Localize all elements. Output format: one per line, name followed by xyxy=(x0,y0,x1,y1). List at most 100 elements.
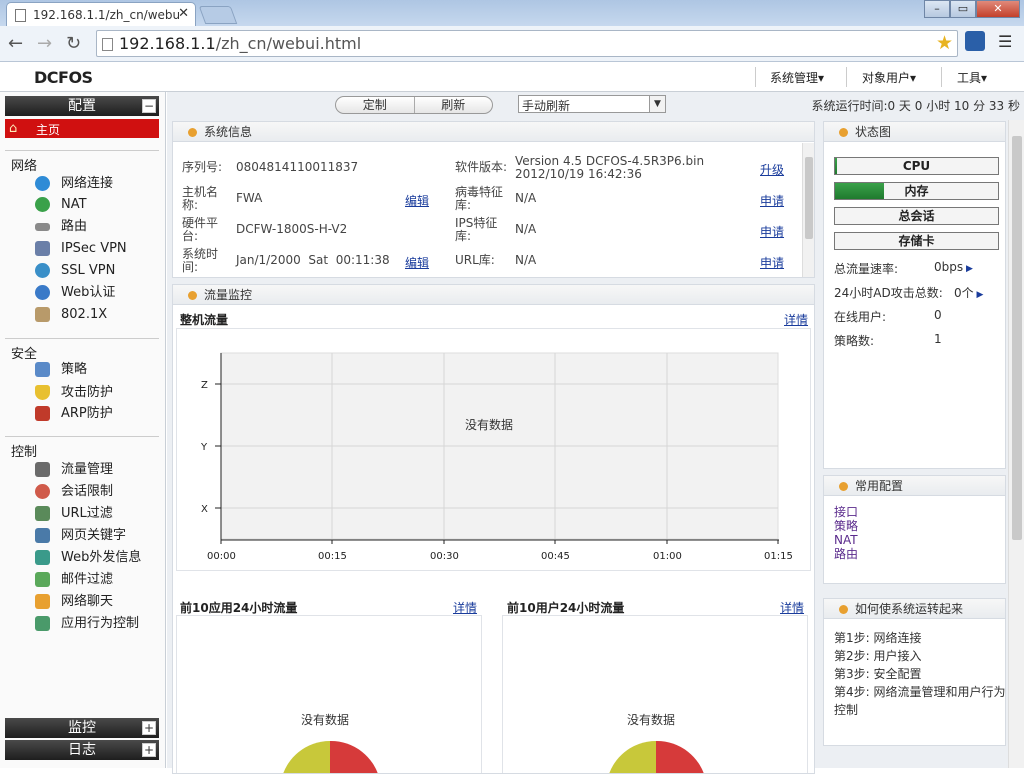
scrollbar-thumb[interactable] xyxy=(1012,136,1022,540)
sidebar-item-session-limit[interactable]: 会话限制 xyxy=(33,482,113,502)
globe-icon xyxy=(35,176,50,191)
sidebar-item-url-filter[interactable]: URL过滤 xyxy=(33,504,113,524)
sidebar-item-ipsec-vpn[interactable]: IPSec VPN xyxy=(33,239,127,259)
time-edit-link[interactable]: 编辑 xyxy=(405,254,429,271)
howto-step: 第2步: 用户接入 xyxy=(834,649,922,663)
bullet-icon xyxy=(188,128,197,137)
common-config-panel: 常用配置 接口 策略 NAT 路由 xyxy=(823,475,1006,584)
browser-chrome: 192.168.1.1/zh_cn/webu ✕ – ▭ ✕ ← → ↻ 192… xyxy=(0,0,1024,62)
shield-icon xyxy=(35,385,50,400)
config-link-interface[interactable]: 接口 xyxy=(834,505,858,519)
menu-icon[interactable]: ☰ xyxy=(998,32,1012,51)
top-apps-detail-link[interactable]: 详情 xyxy=(453,599,477,616)
collapse-icon[interactable]: − xyxy=(142,99,156,113)
log-header[interactable]: 日志 + xyxy=(5,740,159,760)
maximize-button[interactable]: ▭ xyxy=(950,0,976,18)
mail-icon xyxy=(35,572,50,587)
new-tab-button[interactable] xyxy=(198,6,238,24)
sidebar-item-attack-defense[interactable]: 攻击防护 xyxy=(33,383,113,403)
monitor-header[interactable]: 监控 + xyxy=(5,718,159,738)
pie-slice xyxy=(283,741,330,773)
sidebar-item-app-control[interactable]: 应用行为控制 xyxy=(33,614,139,634)
ad-value[interactable]: 0个 ▶ xyxy=(954,284,983,301)
sidebar-item-web-auth[interactable]: Web认证 xyxy=(33,283,115,303)
sidebar-item-ssl-vpn[interactable]: SSL VPN xyxy=(33,261,115,281)
sysinfo-panel: 系统信息 序列号: 0804814110011837 主机名称: FWA 编辑 … xyxy=(172,121,815,278)
browser-tab[interactable]: 192.168.1.1/zh_cn/webu ✕ xyxy=(6,2,196,26)
customize-button[interactable]: 定制 xyxy=(336,97,414,113)
log-header-label: 日志 xyxy=(68,742,96,758)
web-outbound-icon xyxy=(35,550,50,565)
ssl-vpn-icon xyxy=(35,263,50,278)
page-scrollbar[interactable] xyxy=(1008,120,1024,768)
refresh-mode-select[interactable]: 手动刷新 ▼ xyxy=(518,95,666,113)
app-topbar: DCFOS 系统管理▾ 对象用户▾ 工具▾ xyxy=(0,62,1024,92)
extension-icon[interactable] xyxy=(965,31,985,51)
divider xyxy=(941,67,942,87)
refresh-button[interactable]: 刷新 xyxy=(413,97,493,113)
chevron-down-icon[interactable]: ▼ xyxy=(649,96,665,112)
sidebar-item-routing[interactable]: 路由 xyxy=(33,217,87,237)
caret-right-icon[interactable]: ▶ xyxy=(974,290,984,300)
rate-label: 总流量速率: xyxy=(834,262,899,276)
sidebar-item-web-outbound[interactable]: Web外发信息 xyxy=(33,548,141,568)
sessions-bar: 总会话 xyxy=(834,207,999,225)
sidebar-item-web-keyword[interactable]: 网页关键字 xyxy=(33,526,126,546)
config-link-nat[interactable]: NAT xyxy=(834,533,858,547)
sidebar-item-arp-defense[interactable]: ARP防护 xyxy=(33,404,113,424)
bookmark-star-icon[interactable]: ★ xyxy=(936,32,953,54)
sysinfo-scrollbar[interactable] xyxy=(802,143,814,277)
menu-system-admin[interactable]: 系统管理▾ xyxy=(770,69,824,86)
reload-icon[interactable]: ↻ xyxy=(66,33,81,54)
sidebar-item-label: IPSec VPN xyxy=(61,241,127,256)
sidebar-item-im[interactable]: 网络聊天 xyxy=(33,592,113,612)
config-link-routing[interactable]: 路由 xyxy=(834,547,858,561)
address-bar[interactable]: 192.168.1.1/zh_cn/webui.html ★ xyxy=(96,30,958,57)
policy-count-value: 1 xyxy=(934,332,942,346)
forward-icon[interactable]: → xyxy=(37,33,52,54)
bullet-icon xyxy=(188,291,197,300)
upgrade-link[interactable]: 升级 xyxy=(760,161,784,178)
top-users-detail-link[interactable]: 详情 xyxy=(780,599,804,616)
whole-traffic-detail-link[interactable]: 详情 xyxy=(784,311,808,328)
expand-icon[interactable]: + xyxy=(142,743,156,757)
ips-apply-link[interactable]: 申请 xyxy=(760,223,784,240)
sidebar-item-network-connection[interactable]: 网络连接 xyxy=(33,174,113,194)
time-value: Jan/1/2000 Sat 00:11:38 xyxy=(236,253,390,267)
hostname-edit-link[interactable]: 编辑 xyxy=(405,192,429,209)
minimize-button[interactable]: – xyxy=(924,0,950,18)
panel-title: 如何使系统运转起来 xyxy=(855,602,964,616)
menu-objects-users[interactable]: 对象用户▾ xyxy=(862,69,916,86)
software-label: 软件版本: xyxy=(455,160,508,174)
monitor-header-label: 监控 xyxy=(68,720,96,736)
sidebar-item-mail-filter[interactable]: 邮件过滤 xyxy=(33,570,113,590)
sidebar-item-label: 主页 xyxy=(36,123,61,137)
expand-icon[interactable]: + xyxy=(142,721,156,735)
online-users-label: 在线用户: xyxy=(834,310,887,324)
urldb-apply-link[interactable]: 申请 xyxy=(760,254,784,271)
bullet-icon xyxy=(839,482,848,491)
caret-right-icon[interactable]: ▶ xyxy=(963,264,973,274)
sidebar-item-nat[interactable]: NAT xyxy=(33,195,87,215)
sidebar-item-traffic-mgmt[interactable]: 流量管理 xyxy=(33,460,113,480)
sidebar-item-home[interactable]: ⌂ 主页 xyxy=(5,119,159,138)
menu-tools[interactable]: 工具▾ xyxy=(957,69,987,86)
logo: DCFOS xyxy=(34,68,93,87)
av-apply-link[interactable]: 申请 xyxy=(760,192,784,209)
close-window-button[interactable]: ✕ xyxy=(976,0,1020,18)
no-data-text: 没有数据 xyxy=(465,417,513,432)
config-header[interactable]: 配置 − xyxy=(5,96,159,116)
tab-bar: 192.168.1.1/zh_cn/webu ✕ – ▭ ✕ xyxy=(0,0,1024,26)
hostname-label: 主机名称: xyxy=(182,185,219,212)
top-users-title: 前10用户24小时流量 xyxy=(507,601,625,615)
close-tab-icon[interactable]: ✕ xyxy=(178,6,189,21)
sidebar-item-policy[interactable]: 策略 xyxy=(33,360,87,380)
scrollbar-thumb[interactable] xyxy=(805,157,813,239)
rate-value[interactable]: 0bps ▶ xyxy=(934,260,973,274)
sidebar-item-8021x[interactable]: 802.1X xyxy=(33,305,107,325)
y-tick-label: Y xyxy=(200,442,208,453)
divider xyxy=(846,67,847,87)
url-host: 192.168.1.1 xyxy=(119,34,216,53)
back-icon[interactable]: ← xyxy=(8,33,23,54)
config-link-policy[interactable]: 策略 xyxy=(834,519,858,533)
